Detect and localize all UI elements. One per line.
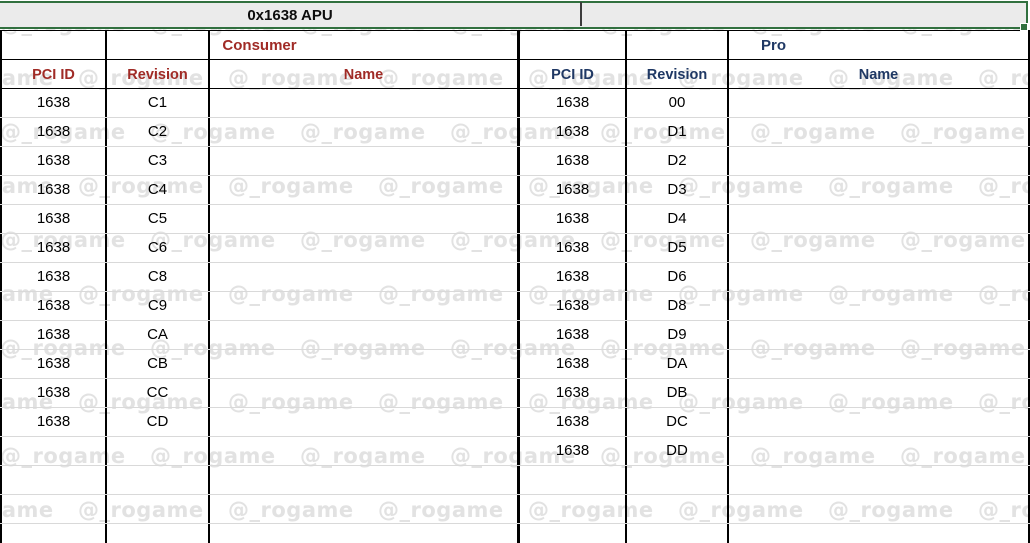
- cell-consumer-revision[interactable]: CD: [107, 407, 208, 436]
- cell-pro-name[interactable]: [729, 436, 1028, 465]
- fill-handle[interactable]: [1020, 23, 1028, 31]
- row-gridline: [0, 465, 1030, 466]
- cell-consumer-pci_id[interactable]: 1638: [2, 291, 105, 320]
- cell-consumer-revision[interactable]: CB: [107, 349, 208, 378]
- column-header-pro-revision[interactable]: Revision: [627, 61, 727, 89]
- cell-pro-revision[interactable]: D2: [627, 146, 727, 175]
- cell-pro-name[interactable]: [729, 349, 1028, 378]
- cell-consumer-revision[interactable]: C2: [107, 117, 208, 146]
- cell-consumer-revision[interactable]: C3: [107, 146, 208, 175]
- cell-pro-revision[interactable]: D5: [627, 233, 727, 262]
- cell-consumer-revision[interactable]: CA: [107, 320, 208, 349]
- cell-consumer-name[interactable]: [210, 378, 517, 407]
- table-rule-1: [0, 59, 1030, 60]
- cell-consumer-pci_id[interactable]: 1638: [2, 175, 105, 204]
- group-header-consumer: Consumer: [222, 36, 297, 54]
- active-cell-edge: [580, 2, 582, 26]
- cell-pro-revision[interactable]: D6: [627, 262, 727, 291]
- cell-consumer-revision[interactable]: CC: [107, 378, 208, 407]
- cell-pro-name[interactable]: [729, 204, 1028, 233]
- cell-pro-pci_id[interactable]: 1638: [520, 378, 625, 407]
- cell-consumer-pci_id[interactable]: 1638: [2, 262, 105, 291]
- cell-consumer-pci_id[interactable]: 1638: [2, 349, 105, 378]
- group-header-pro: Pro: [760, 36, 786, 54]
- cell-pro-name[interactable]: [729, 88, 1028, 117]
- cell-pro-name[interactable]: [729, 146, 1028, 175]
- cell-consumer-revision[interactable]: C9: [107, 291, 208, 320]
- column-header-pro-name[interactable]: Name: [729, 61, 1028, 89]
- cell-pro-revision[interactable]: D8: [627, 291, 727, 320]
- cell-consumer-pci_id[interactable]: 1638: [2, 204, 105, 233]
- cell-consumer-name[interactable]: [210, 291, 517, 320]
- cell-pro-name[interactable]: [729, 378, 1028, 407]
- cell-pro-revision[interactable]: D4: [627, 204, 727, 233]
- cell-pro-pci_id[interactable]: 1638: [520, 262, 625, 291]
- page-title: 0x1638 APU: [247, 6, 333, 24]
- cell-consumer-name[interactable]: [210, 407, 517, 436]
- cell-pro-pci_id[interactable]: 1638: [520, 349, 625, 378]
- cell-pro-pci_id[interactable]: 1638: [520, 436, 625, 465]
- cell-pro-pci_id[interactable]: 1638: [520, 146, 625, 175]
- cell-consumer-pci_id[interactable]: 1638: [2, 378, 105, 407]
- selected-range-band[interactable]: 0x1638 APU: [0, 1, 1028, 29]
- cell-pro-pci_id[interactable]: 1638: [520, 291, 625, 320]
- cell-pro-pci_id[interactable]: 1638: [520, 88, 625, 117]
- cell-pro-revision[interactable]: D1: [627, 117, 727, 146]
- column-header-pro-pci_id[interactable]: PCI ID: [520, 61, 625, 89]
- cell-consumer-revision[interactable]: C6: [107, 233, 208, 262]
- cell-consumer-name[interactable]: [210, 320, 517, 349]
- row-gridline: [0, 494, 1030, 495]
- cell-consumer-pci_id[interactable]: 1638: [2, 407, 105, 436]
- cell-pro-pci_id[interactable]: 1638: [520, 175, 625, 204]
- spreadsheet-canvas: @_rogame@_rogame@_rogame@_rogame@_rogame…: [0, 0, 1030, 543]
- cell-consumer-name[interactable]: [210, 88, 517, 117]
- apu-table: Consumer Pro PCI ID Revision Name 1638 C1 1638 C…: [0, 30, 1030, 543]
- cell-pro-name[interactable]: [729, 407, 1028, 436]
- cell-consumer-pci_id[interactable]: 1638: [2, 233, 105, 262]
- cell-pro-name[interactable]: [729, 175, 1028, 204]
- cell-pro-revision[interactable]: DC: [627, 407, 727, 436]
- cell-pro-pci_id[interactable]: 1638: [520, 407, 625, 436]
- cell-pro-pci_id[interactable]: 1638: [520, 320, 625, 349]
- cell-consumer-revision[interactable]: C5: [107, 204, 208, 233]
- cell-pro-revision[interactable]: 00: [627, 88, 727, 117]
- cell-pro-revision[interactable]: D9: [627, 320, 727, 349]
- cell-pro-name[interactable]: [729, 320, 1028, 349]
- column-header-consumer-revision[interactable]: Revision: [107, 61, 208, 89]
- cell-consumer-pci_id[interactable]: 1638: [2, 117, 105, 146]
- cell-pro-pci_id[interactable]: 1638: [520, 117, 625, 146]
- cell-pro-revision[interactable]: DA: [627, 349, 727, 378]
- cell-consumer-revision[interactable]: C8: [107, 262, 208, 291]
- cell-consumer-revision[interactable]: C1: [107, 88, 208, 117]
- cell-consumer-name[interactable]: [210, 117, 517, 146]
- column-header-consumer-name[interactable]: Name: [210, 61, 517, 89]
- cell-pro-pci_id[interactable]: 1638: [520, 233, 625, 262]
- cell-pro-name[interactable]: [729, 233, 1028, 262]
- column-header-consumer-pci_id[interactable]: PCI ID: [2, 61, 105, 89]
- cell-consumer-pci_id[interactable]: 1638: [2, 320, 105, 349]
- cell-consumer-name[interactable]: [210, 146, 517, 175]
- cell-pro-name[interactable]: [729, 291, 1028, 320]
- cell-pro-name[interactable]: [729, 262, 1028, 291]
- cell-consumer-pci_id[interactable]: 1638: [2, 88, 105, 117]
- row-gridline: [0, 523, 1030, 524]
- cell-consumer-name[interactable]: [210, 262, 517, 291]
- cell-consumer-name[interactable]: [210, 175, 517, 204]
- cell-consumer-pci_id[interactable]: 1638: [2, 146, 105, 175]
- cell-pro-revision[interactable]: DB: [627, 378, 727, 407]
- cell-consumer-name[interactable]: [210, 349, 517, 378]
- cell-consumer-name[interactable]: [210, 233, 517, 262]
- cell-consumer-revision[interactable]: C4: [107, 175, 208, 204]
- cell-pro-name[interactable]: [729, 117, 1028, 146]
- cell-pro-pci_id[interactable]: 1638: [520, 204, 625, 233]
- cell-consumer-name[interactable]: [210, 204, 517, 233]
- cell-pro-revision[interactable]: DD: [627, 436, 727, 465]
- cell-pro-revision[interactable]: D3: [627, 175, 727, 204]
